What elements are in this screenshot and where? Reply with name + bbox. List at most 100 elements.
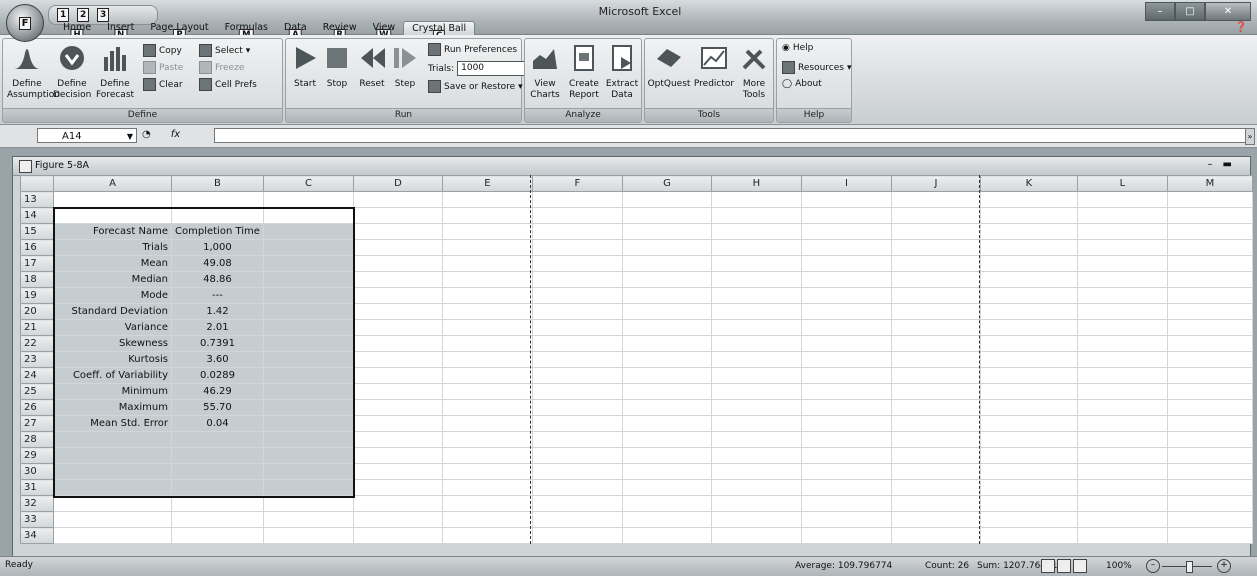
cell-h[interactable] <box>710 479 802 496</box>
cell-i[interactable] <box>800 319 892 336</box>
row-header[interactable]: 33 <box>20 511 54 528</box>
cell-h[interactable] <box>710 191 802 208</box>
cell-d[interactable] <box>352 479 443 496</box>
cell-b[interactable]: Completion Time <box>171 223 264 240</box>
tab-page-layout[interactable]: Page LayoutP <box>142 21 216 41</box>
cell-j[interactable] <box>890 335 981 352</box>
cell-h[interactable] <box>710 495 802 512</box>
row-header[interactable]: 17 <box>20 255 54 272</box>
cell-g[interactable] <box>621 223 712 240</box>
column-header-a[interactable]: A <box>53 175 172 192</box>
cell-d[interactable] <box>352 319 443 336</box>
column-header-h[interactable]: H <box>710 175 802 192</box>
cell-j[interactable] <box>890 399 981 416</box>
cell-f[interactable] <box>531 223 623 240</box>
cell-d[interactable] <box>352 367 443 384</box>
cell-b[interactable]: 0.7391 <box>171 335 264 352</box>
cell-m[interactable] <box>1166 527 1253 544</box>
cell-g[interactable] <box>621 303 712 320</box>
cell-f[interactable] <box>531 367 623 384</box>
cell-d[interactable] <box>352 495 443 512</box>
cell-h[interactable] <box>710 303 802 320</box>
tab-insert[interactable]: InsertN <box>99 21 142 41</box>
cell-i[interactable] <box>800 527 892 544</box>
page-layout-view-icon[interactable] <box>1057 559 1071 573</box>
save-or-restore-button[interactable]: Save or Restore ▾ <box>428 80 523 93</box>
cell-d[interactable] <box>352 207 443 224</box>
cell-b[interactable]: 1,000 <box>171 239 264 256</box>
column-header-c[interactable]: C <box>262 175 354 192</box>
cell-d[interactable] <box>352 431 443 448</box>
resources-button[interactable]: Resources ▾ <box>782 61 852 74</box>
cell-d[interactable] <box>352 287 443 304</box>
cell-j[interactable] <box>890 463 981 480</box>
cell-k[interactable] <box>979 207 1078 224</box>
cell-g[interactable] <box>621 399 712 416</box>
cell-m[interactable] <box>1166 287 1253 304</box>
cell-h[interactable] <box>710 431 802 448</box>
cell-c[interactable] <box>262 255 354 272</box>
cell-i[interactable] <box>800 431 892 448</box>
cell-i[interactable] <box>800 511 892 528</box>
name-box[interactable]: A14 ▼ <box>37 128 137 143</box>
cell-f[interactable] <box>531 287 623 304</box>
cell-c[interactable] <box>262 479 354 496</box>
cell-e[interactable] <box>441 303 533 320</box>
cell-a[interactable] <box>53 527 172 544</box>
cell-a[interactable]: Minimum <box>53 383 172 400</box>
cell-k[interactable] <box>979 495 1078 512</box>
function-icon[interactable]: ◔ fx <box>142 129 180 140</box>
copy-button[interactable]: Copy <box>143 44 182 57</box>
cell-l[interactable] <box>1076 351 1168 368</box>
row-header[interactable]: 15 <box>20 223 54 240</box>
cell-c[interactable] <box>262 415 354 432</box>
cell-l[interactable] <box>1076 335 1168 352</box>
row-header[interactable]: 29 <box>20 447 54 464</box>
cell-m[interactable] <box>1166 271 1253 288</box>
cell-g[interactable] <box>621 415 712 432</box>
cell-g[interactable] <box>621 495 712 512</box>
cell-b[interactable] <box>171 527 264 544</box>
cell-j[interactable] <box>890 415 981 432</box>
cell-i[interactable] <box>800 399 892 416</box>
cell-b[interactable] <box>171 191 264 208</box>
cell-k[interactable] <box>979 287 1078 304</box>
select-button[interactable]: Select ▾ <box>199 44 250 57</box>
cell-j[interactable] <box>890 351 981 368</box>
cell-l[interactable] <box>1076 399 1168 416</box>
row-header[interactable]: 25 <box>20 383 54 400</box>
cell-b[interactable]: 3.60 <box>171 351 264 368</box>
workbook-window-controls[interactable]: –▬ <box>1208 159 1242 170</box>
row-header[interactable]: 23 <box>20 351 54 368</box>
cell-k[interactable] <box>979 351 1078 368</box>
cell-g[interactable] <box>621 479 712 496</box>
cell-f[interactable] <box>531 335 623 352</box>
stop-button[interactable]: Stop <box>322 43 352 90</box>
cell-l[interactable] <box>1076 207 1168 224</box>
cell-b[interactable]: 48.86 <box>171 271 264 288</box>
cell-f[interactable] <box>531 351 623 368</box>
cell-f[interactable] <box>531 319 623 336</box>
cell-h[interactable] <box>710 271 802 288</box>
cell-h[interactable] <box>710 399 802 416</box>
trials-input[interactable]: 1000 <box>457 61 527 76</box>
cell-f[interactable] <box>531 431 623 448</box>
cell-g[interactable] <box>621 351 712 368</box>
cell-f[interactable] <box>531 463 623 480</box>
cell-b[interactable]: 0.0289 <box>171 367 264 384</box>
cell-d[interactable] <box>352 399 443 416</box>
cell-m[interactable] <box>1166 463 1253 480</box>
cell-a[interactable] <box>53 207 172 224</box>
cell-a[interactable] <box>53 463 172 480</box>
cell-h[interactable] <box>710 255 802 272</box>
cell-g[interactable] <box>621 367 712 384</box>
row-header[interactable]: 24 <box>20 367 54 384</box>
expand-formula-icon[interactable]: » <box>1245 128 1255 145</box>
cell-e[interactable] <box>441 271 533 288</box>
row-header[interactable]: 31 <box>20 479 54 496</box>
cell-m[interactable] <box>1166 239 1253 256</box>
tab-crystal-ball[interactable]: Crystal BallC <box>403 21 476 42</box>
cell-c[interactable] <box>262 367 354 384</box>
cell-b[interactable]: 0.04 <box>171 415 264 432</box>
about-button[interactable]: ◯ About <box>782 79 822 89</box>
